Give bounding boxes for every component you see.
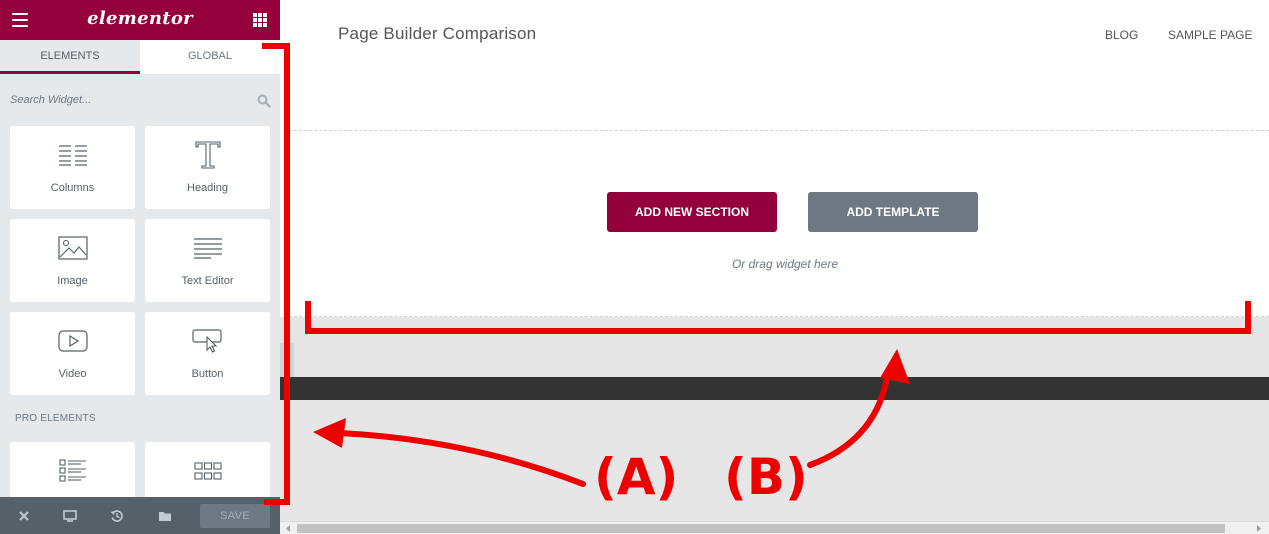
- search-input[interactable]: [10, 92, 240, 108]
- editor-panel: elementor ELEMENTS GLOBAL Columns: [0, 0, 280, 534]
- scroll-right-icon[interactable]: [1254, 524, 1264, 533]
- horizontal-scrollbar[interactable]: [280, 521, 1269, 534]
- desktop-icon: [63, 509, 77, 522]
- save-button[interactable]: SAVE: [200, 504, 270, 528]
- history-button[interactable]: [97, 497, 137, 534]
- image-icon: [57, 236, 88, 260]
- templates-button[interactable]: [145, 497, 185, 534]
- widget-portfolio[interactable]: [145, 442, 270, 502]
- widget-label: Text Editor: [181, 275, 234, 287]
- portfolio-icon: [193, 462, 222, 480]
- widgets-grid-icon[interactable]: [253, 13, 267, 27]
- nav-link-blog[interactable]: BLOG: [1105, 28, 1138, 42]
- search-icon[interactable]: [257, 94, 271, 108]
- site-title[interactable]: Page Builder Comparison: [338, 24, 536, 44]
- history-icon: [110, 509, 123, 522]
- columns-icon: [58, 145, 87, 166]
- widget-button[interactable]: Button: [145, 312, 270, 395]
- widget-posts[interactable]: [10, 442, 135, 502]
- add-new-section-button[interactable]: ADD NEW SECTION: [607, 192, 777, 232]
- widget-label: Heading: [187, 182, 228, 194]
- heading-icon: [194, 141, 221, 169]
- widget-columns[interactable]: Columns: [10, 126, 135, 209]
- close-icon: [19, 510, 29, 521]
- annotation-label-b: (B): [724, 448, 808, 506]
- widget-label: Button: [191, 368, 224, 380]
- folder-icon: [159, 511, 171, 521]
- footer-bar: [280, 377, 1269, 400]
- scroll-left-icon[interactable]: [283, 524, 293, 533]
- responsive-mode-button[interactable]: [50, 497, 90, 534]
- widget-heading[interactable]: Heading: [145, 126, 270, 209]
- widget-video[interactable]: Video: [10, 312, 135, 395]
- widget-image[interactable]: Image: [10, 219, 135, 302]
- panel-header: elementor: [0, 0, 280, 40]
- annotation-label-a: (A): [594, 448, 679, 506]
- close-button[interactable]: [4, 497, 44, 534]
- site-header: Page Builder Comparison BLOG SAMPLE PAGE: [280, 0, 1269, 70]
- widget-search: [0, 84, 280, 116]
- tab-elements[interactable]: ELEMENTS: [0, 40, 140, 74]
- drag-hint: Or drag widget here: [731, 257, 839, 271]
- video-icon: [57, 330, 88, 352]
- nav-link-sample-page[interactable]: SAMPLE PAGE: [1168, 28, 1252, 42]
- add-template-button[interactable]: ADD TEMPLATE: [808, 192, 978, 232]
- widget-label: Video: [58, 368, 87, 380]
- tab-global[interactable]: GLOBAL: [140, 40, 280, 74]
- widget-label: Columns: [50, 182, 95, 194]
- scrollbar-thumb[interactable]: [297, 524, 1225, 533]
- text-editor-icon: [193, 238, 222, 259]
- posts-icon: [58, 459, 86, 482]
- panel-tabs: ELEMENTS GLOBAL: [0, 40, 280, 74]
- widget-label: Image: [57, 275, 88, 287]
- elementor-logo: elementor: [87, 8, 193, 29]
- pro-elements-title: PRO ELEMENTS: [15, 413, 96, 424]
- button-icon: [191, 329, 222, 353]
- panel-footer: SAVE: [0, 497, 280, 534]
- widget-text-editor[interactable]: Text Editor: [145, 219, 270, 302]
